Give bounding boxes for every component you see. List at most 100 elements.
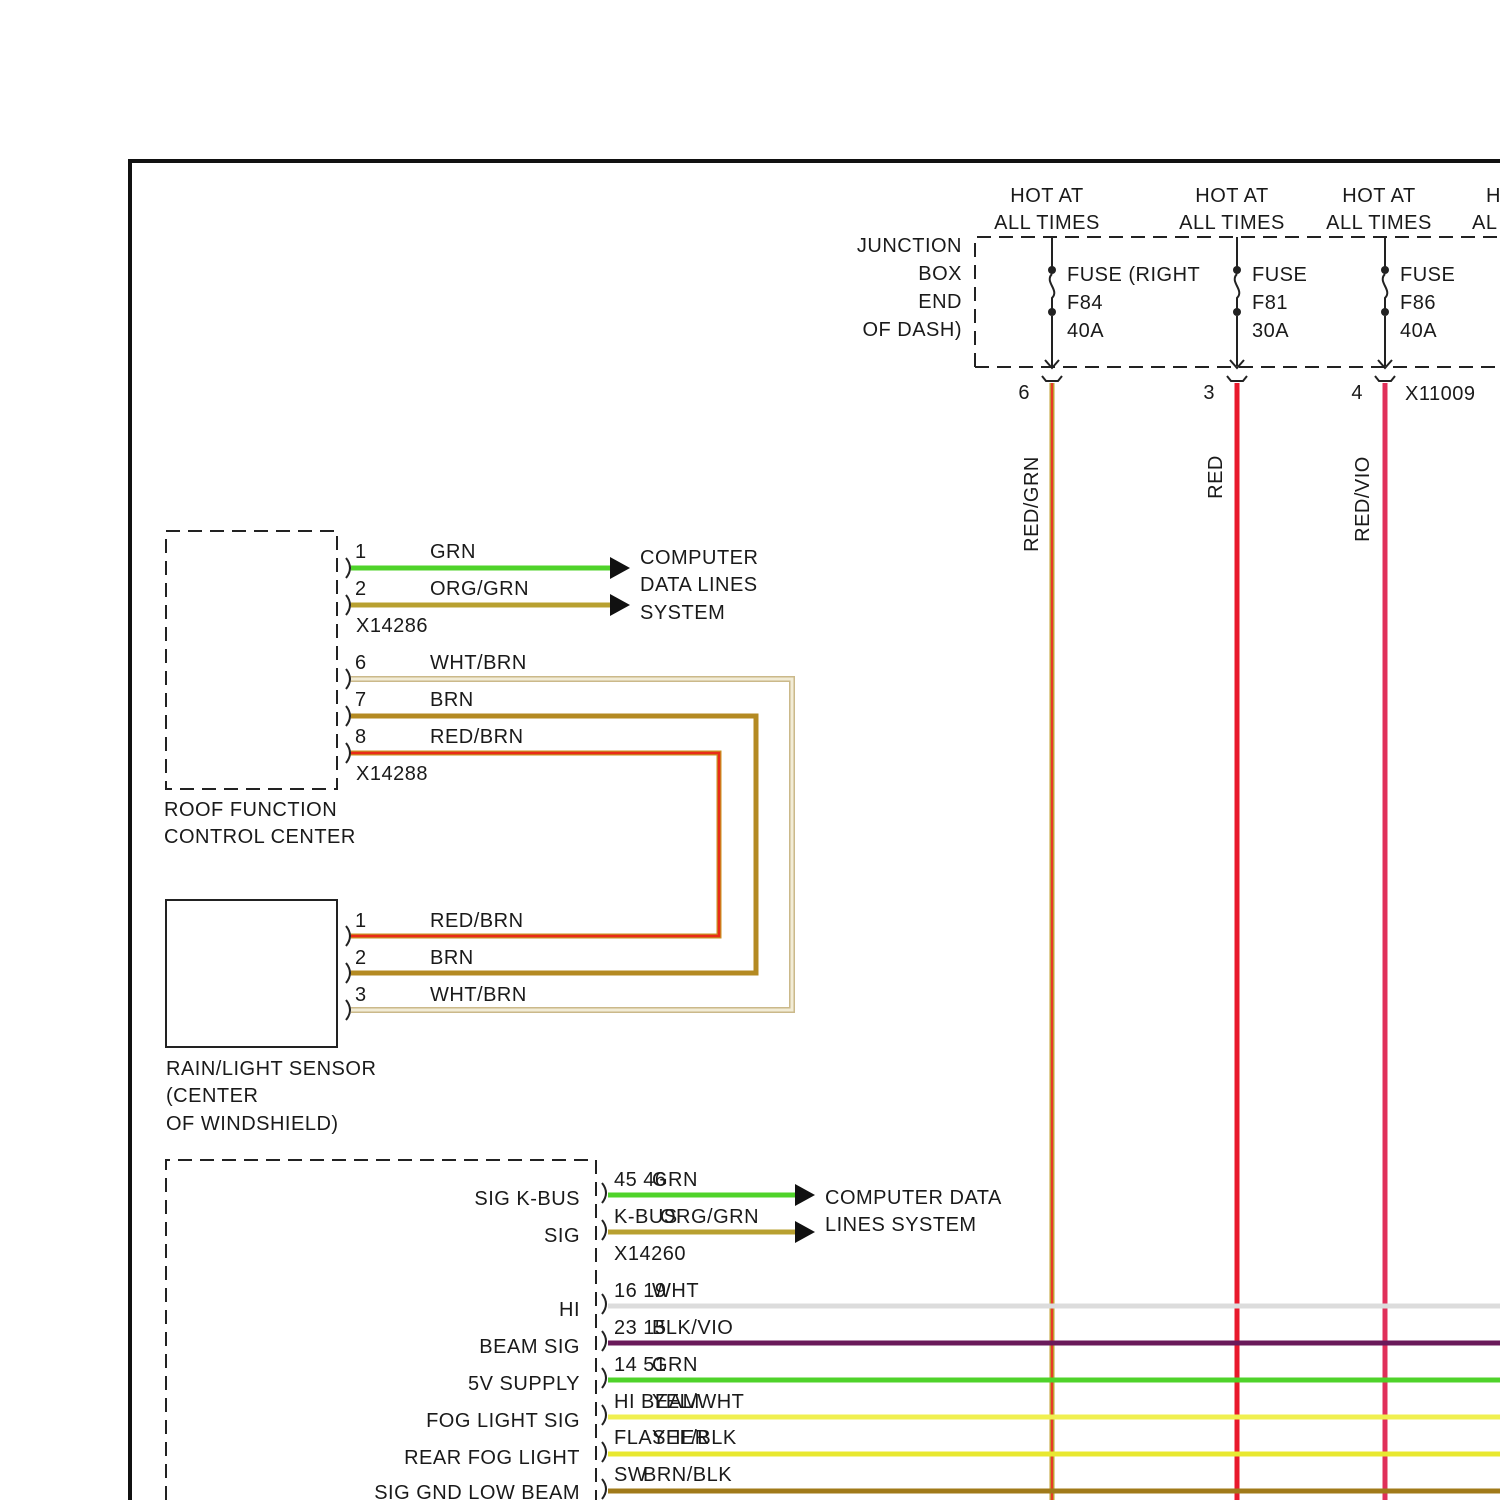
connector-pin-icon	[601, 1182, 607, 1204]
pin-number: 8	[355, 726, 367, 748]
connector-pin-icon	[345, 557, 351, 579]
wire-color-label: BRN	[430, 947, 474, 969]
rain-sensor-outline	[165, 899, 338, 1048]
connector-pin-icon	[601, 1330, 607, 1352]
fuse-terminal	[1381, 266, 1389, 274]
arrow-right-icon	[610, 594, 630, 616]
fuse-icon	[1233, 273, 1241, 310]
connector-pin-icon	[1041, 375, 1063, 382]
connector-pin-icon	[345, 999, 351, 1021]
fuse-terminal	[1048, 308, 1056, 316]
wire-color-label: BRN/BLK	[643, 1464, 732, 1486]
connector-pin-icon	[1374, 375, 1396, 382]
fuse-label: FUSE	[1252, 264, 1307, 286]
junction-box-label: OF DASH)	[862, 319, 962, 341]
connector-pin-icon	[1226, 375, 1248, 382]
connector-pin-icon	[601, 1219, 607, 1241]
fuse-f84: HOT AT ALL TIMES FUSE (RIGHT F84 40A 6 R…	[994, 185, 1200, 552]
junction-box: JUNCTION BOX END OF DASH) X11009 HOT AT …	[857, 185, 1500, 552]
hot-at-all-times-label: HOT AT	[1342, 185, 1415, 207]
hot-at-all-times-label: ALL TIMES	[1179, 212, 1285, 234]
pin-number: 6	[1018, 382, 1030, 404]
arrow-right-icon	[795, 1221, 815, 1243]
fuse-terminal	[1233, 266, 1241, 274]
fuse-label: 30A	[1252, 320, 1289, 342]
signal-label: FOG LIGHT SIG	[426, 1410, 580, 1432]
destination-label: SYSTEM	[640, 602, 725, 624]
wiring-diagram: JUNCTION BOX END OF DASH) X11009 HOT AT …	[128, 159, 1500, 1500]
destination-label: COMPUTER DATA	[825, 1187, 1002, 1209]
lower-module: SIG K-BUS SIG HI BEAM SIG 5V SUPPLY FOG …	[165, 1159, 1500, 1500]
wire-color-label: WHT/BRN	[430, 984, 527, 1006]
wire-color-label: GRN	[652, 1169, 698, 1191]
signal-label: SIG K-BUS	[474, 1188, 580, 1210]
connector-pin-icon	[601, 1441, 607, 1463]
wire-color-label: BRN	[430, 689, 474, 711]
junction-box-label: JUNCTION	[857, 235, 962, 257]
hot-at-all-times-label: ALL TIMES	[994, 212, 1100, 234]
connector-pin-icon	[601, 1293, 607, 1315]
feed-wires	[1049, 383, 1388, 1500]
pin-number: 1	[355, 541, 367, 563]
pin-number: 2	[355, 578, 367, 600]
rain-sensor-label: (CENTER	[166, 1085, 258, 1107]
fuse-label: F81	[1252, 292, 1288, 314]
hot-at-all-times-label: ALL TIMES	[1326, 212, 1432, 234]
signal-label: BEAM SIG	[479, 1336, 580, 1358]
fuse-label: 40A	[1067, 320, 1104, 342]
pin-number: 6	[355, 652, 367, 674]
pin-number: 7	[355, 689, 367, 711]
hot-at-all-times-label-cut: AL	[1472, 212, 1497, 234]
fuse-f81: HOT AT ALL TIMES FUSE F81 30A 3 RED	[1179, 185, 1307, 499]
connector-pin-icon	[345, 705, 351, 727]
wire-color-label: GRN	[652, 1354, 698, 1376]
wire-color-label: RED	[1205, 455, 1227, 499]
wire-color-label: YEL/BLK	[652, 1427, 737, 1449]
signal-label: SIG GND LOW BEAM	[374, 1482, 580, 1500]
sensor-loop-wires	[351, 676, 795, 1013]
junction-box-label: END	[918, 291, 962, 313]
destination-label: LINES SYSTEM	[825, 1214, 977, 1236]
connector-pin-icon	[345, 594, 351, 616]
connector-label-x14286: X14286	[356, 615, 428, 637]
pin-number: 3	[1203, 382, 1215, 404]
roof-module-outline	[165, 530, 338, 790]
signal-label: HI	[559, 1299, 580, 1321]
wire-wht-brn-edge	[351, 676, 795, 1013]
wire-color-label: GRN	[430, 541, 476, 563]
wire-color-label: WHT	[652, 1280, 699, 1302]
rain-sensor-label: RAIN/LIGHT SENSOR	[166, 1058, 376, 1080]
pin-number: 4	[1351, 382, 1363, 404]
hot-at-all-times-label: HOT AT	[1010, 185, 1083, 207]
fuse-terminal	[1381, 308, 1389, 316]
wire-color-label: RED/BRN	[430, 726, 524, 748]
fuse-label: 40A	[1400, 320, 1437, 342]
lower-module-pin-labels: 45 46 GRN K-BUS ORG/GRN 16 19 WHT 23 15 …	[614, 1169, 759, 1486]
connector-pin-icon	[345, 668, 351, 690]
wire-color-label: YEL/WHT	[652, 1391, 744, 1413]
connector-pin-icon	[345, 925, 351, 947]
hot-at-all-times-label-cut: H	[1486, 185, 1500, 207]
wire-color-label: ORG/GRN	[660, 1206, 759, 1228]
connector-pin-icon	[345, 742, 351, 764]
roof-module-label: CONTROL CENTER	[164, 826, 356, 848]
junction-box-label: BOX	[918, 263, 962, 285]
hot-at-all-times-label: HOT AT	[1195, 185, 1268, 207]
wire-wht-brn	[351, 677, 794, 1012]
signal-label: REAR FOG LIGHT	[404, 1447, 580, 1469]
fuse-label: FUSE	[1400, 264, 1455, 286]
signal-label: 5V SUPPLY	[468, 1373, 580, 1395]
pin-number: 2	[355, 947, 367, 969]
rain-sensor-label: OF WINDSHIELD)	[166, 1113, 339, 1135]
connector-pin-icon	[345, 962, 351, 984]
roof-function-control-center: ROOF FUNCTION CONTROL CENTER X14286 X142…	[164, 530, 758, 848]
arrow-right-icon	[610, 557, 630, 579]
connector-label-x11009: X11009	[1405, 383, 1475, 405]
wire-color-label: RED/VIO	[1352, 456, 1374, 542]
signal-label: SIG	[544, 1225, 580, 1247]
connector-label-x14288: X14288	[356, 763, 428, 785]
fuse-terminal	[1048, 266, 1056, 274]
connector-pin-icon	[601, 1478, 607, 1500]
fuse-label: F86	[1400, 292, 1436, 314]
fuse-icon	[1048, 273, 1056, 310]
